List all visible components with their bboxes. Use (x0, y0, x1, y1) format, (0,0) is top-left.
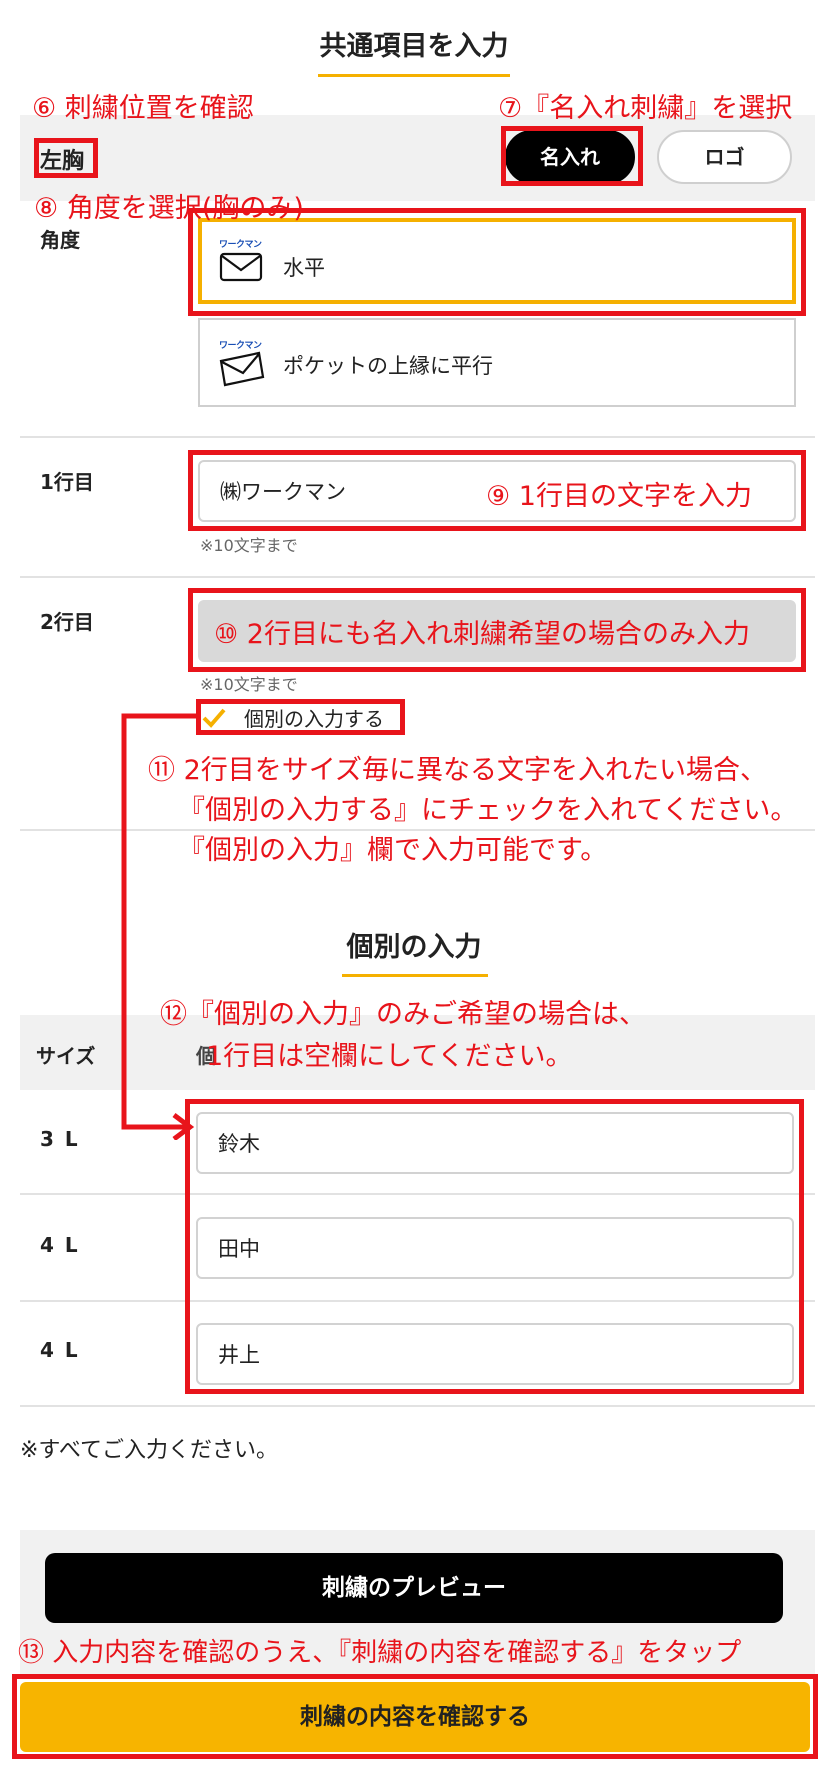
annotation-8: ⑧ 角度を選択(胸のみ) (34, 193, 304, 224)
line2-label: 2行目 (40, 610, 94, 634)
annotation-12-line2: 1行目は空欄にしてください。 (206, 1041, 573, 1072)
annotation-9: ⑨ 1行目の文字を入力 (486, 481, 752, 512)
annotation-box-toggle (501, 126, 643, 186)
size-label: 4 L (40, 1233, 80, 1257)
line2-char-limit-note: ※10文字まで (200, 675, 298, 694)
title-underline (342, 974, 488, 977)
annotation-box-confirm (12, 1674, 818, 1759)
all-required-note: ※すべてご入力ください。 (20, 1438, 279, 1463)
size-label: 3 L (40, 1127, 80, 1151)
annotation-11-line2: 『個別の入力する』にチェックを入れてください。 (178, 795, 798, 826)
annotation-10: ⑩ 2行目にも名入れ刺繍希望の場合のみ入力 (214, 619, 750, 650)
size-column-header: サイズ (36, 1044, 96, 1068)
size-label: 4 L (40, 1338, 80, 1362)
annotation-box-checkbox (196, 699, 405, 735)
divider (20, 1405, 815, 1407)
envelope-icon: ワークマン (219, 338, 265, 399)
annotation-13: ⑬ 入力内容を確認のうえ、『刺繍の内容を確認する』をタップ (18, 1638, 742, 1668)
embroidery-preview-button[interactable]: 刺繍のプレビュー (45, 1553, 783, 1623)
annotation-box-position (34, 138, 98, 178)
brand-text: ワークマン (219, 341, 262, 351)
angle-option-label: ポケットの上縁に平行 (283, 354, 493, 378)
title-underline (318, 74, 510, 77)
annotation-11-line1: ⑪ 2行目をサイズ毎に異なる文字を入れたい場合、 (148, 755, 767, 786)
divider (20, 576, 815, 578)
annotation-box-individual-inputs (185, 1099, 804, 1394)
line1-char-limit-note: ※10文字まで (200, 536, 298, 555)
annotation-11-line3: 『個別の入力』欄で入力可能です。 (178, 835, 608, 866)
logo-embroidery-toggle[interactable]: ロゴ (657, 130, 792, 184)
annotation-7: ⑦『名入れ刺繍』を選択 (498, 93, 793, 124)
common-section-title: 共通項目を入力 (319, 31, 509, 62)
divider (20, 436, 815, 438)
line1-label: 1行目 (40, 470, 94, 494)
angle-label: 角度 (40, 228, 80, 252)
annotation-6: ⑥ 刺繍位置を確認 (32, 93, 254, 124)
annotation-12-line1: ⑫『個別の入力』のみご希望の場合は、 (160, 999, 646, 1030)
